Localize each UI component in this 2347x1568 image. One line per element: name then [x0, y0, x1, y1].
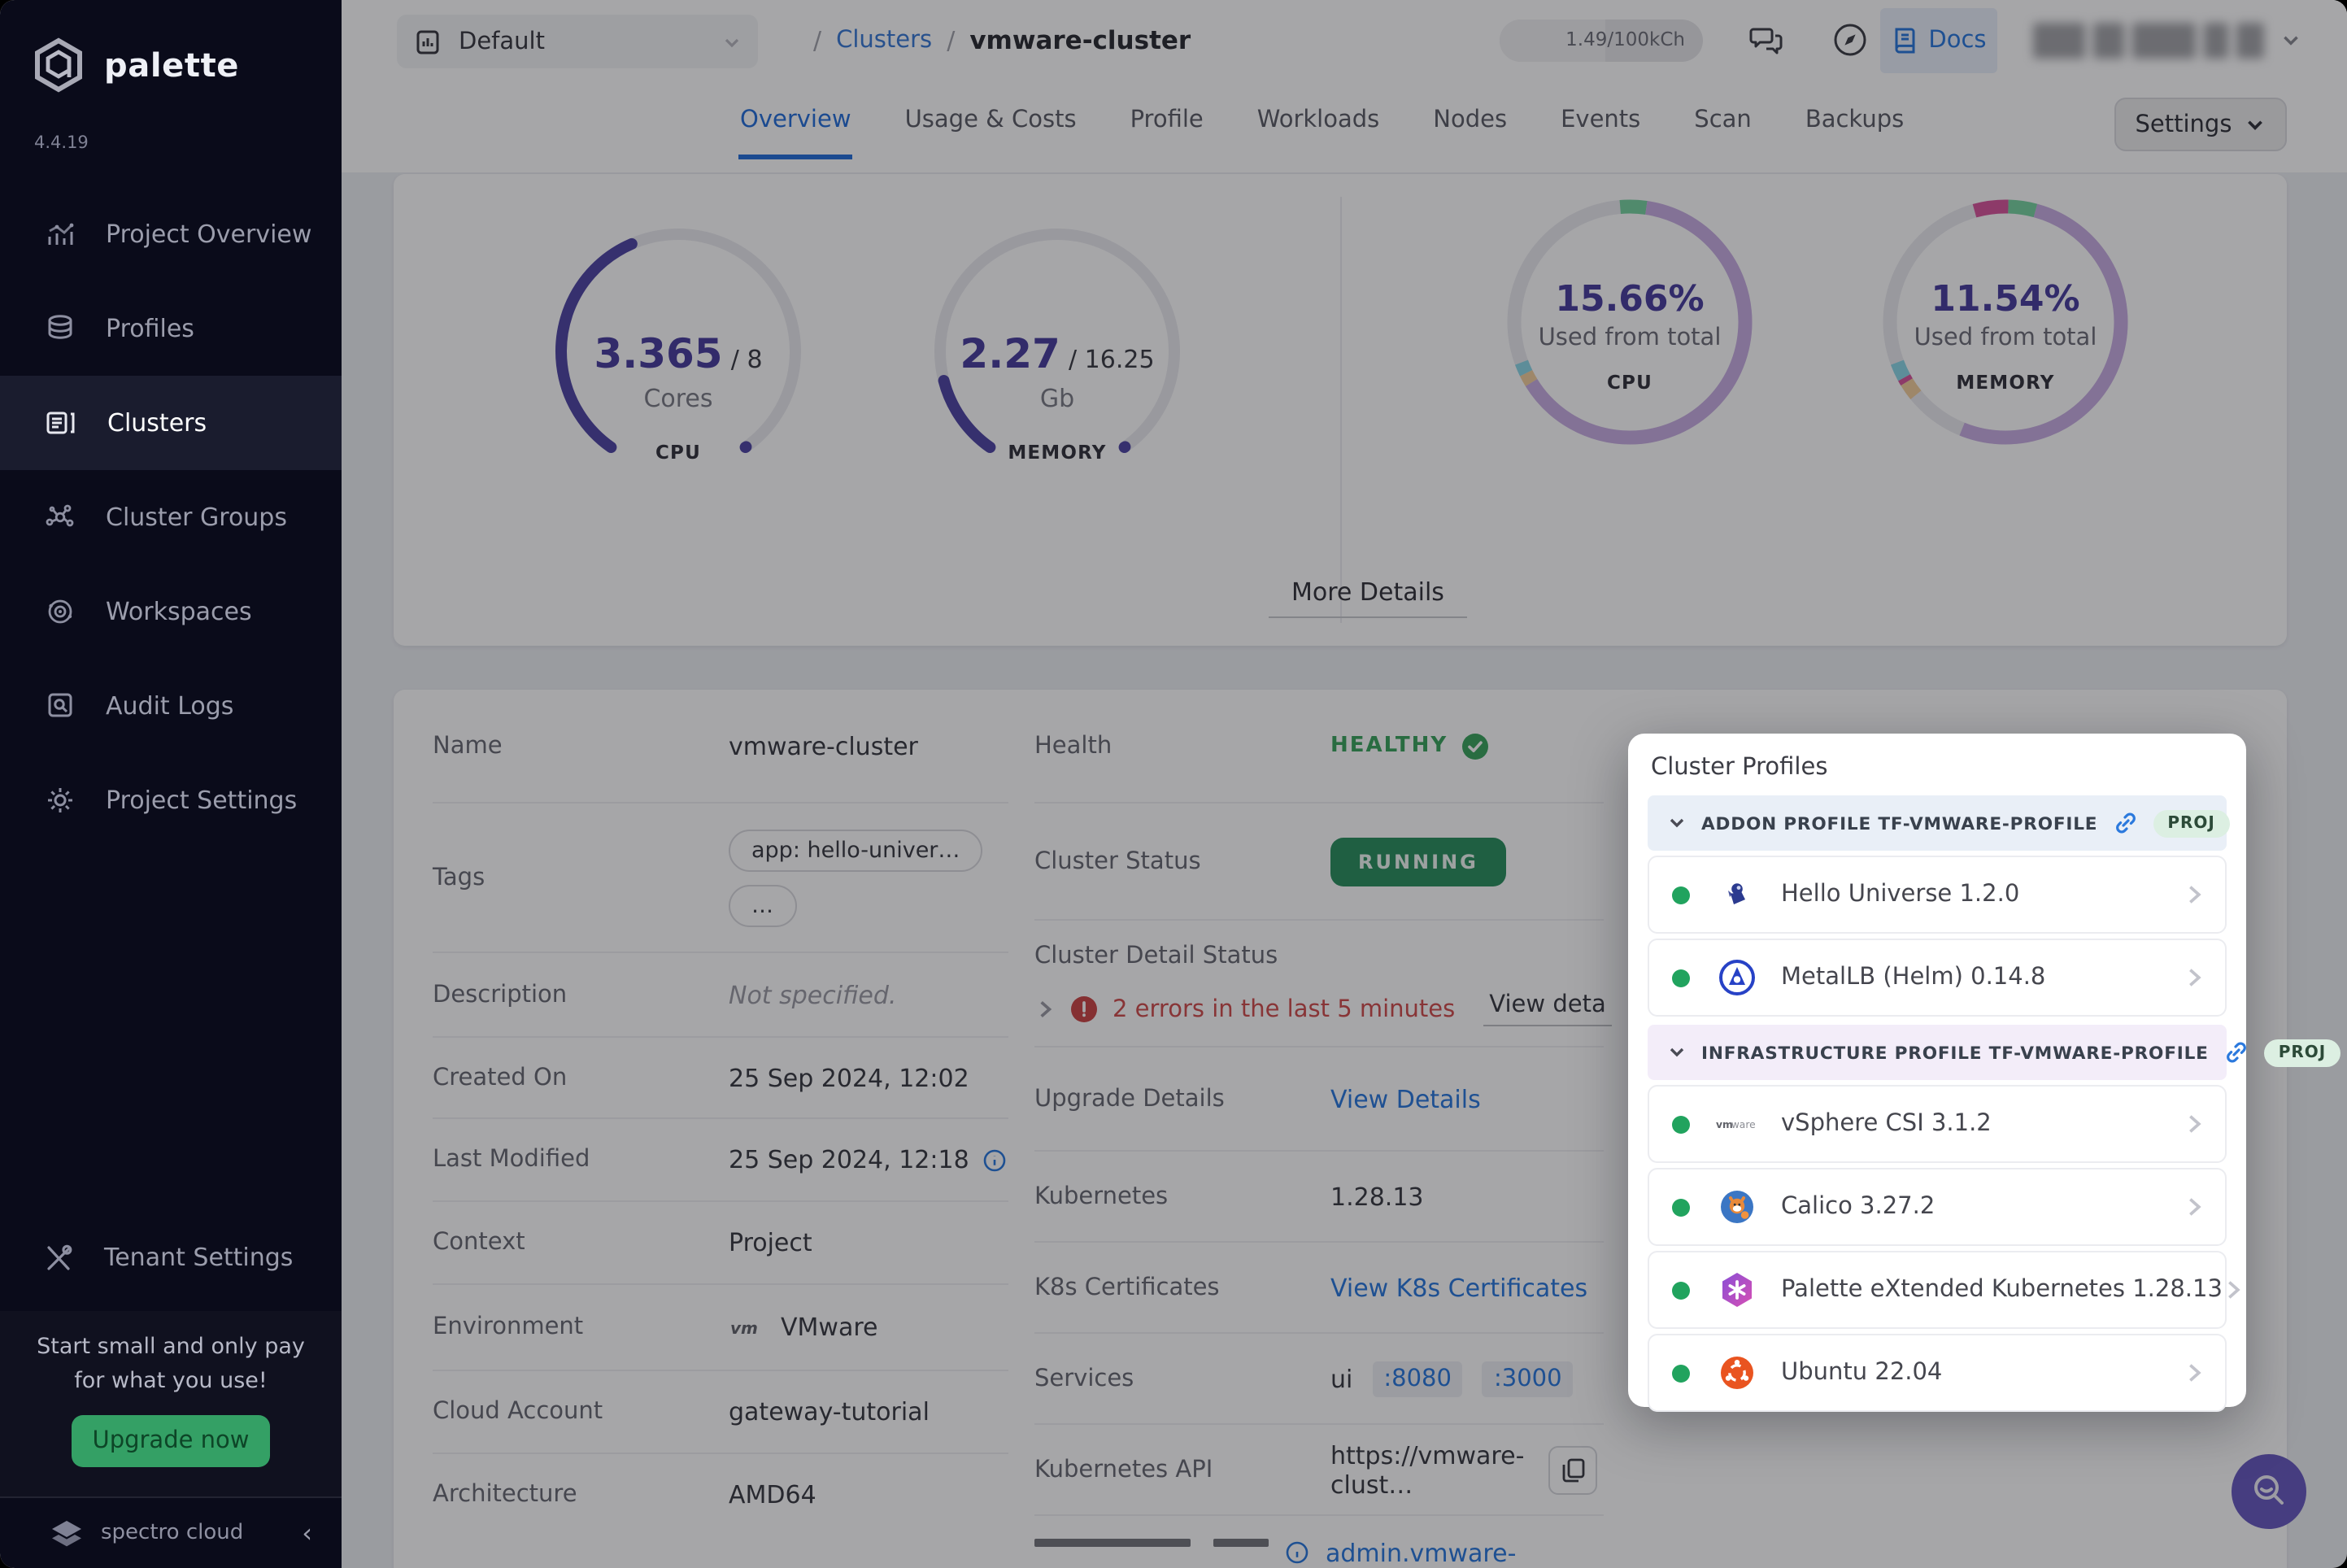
metallb-icon [1716, 956, 1758, 999]
layer-label: Palette eXtended Kubernetes 1.28.13 [1781, 1277, 2223, 1303]
sidebar-item-label: Profiles [106, 314, 194, 343]
sidebar-item-profiles[interactable]: Profiles [0, 281, 342, 376]
sidebar-item-tenant-settings[interactable]: Tenant Settings [0, 1210, 342, 1304]
profile-layer-row-hello-universe-1-2-0[interactable]: Hello Universe 1.2.0 [1648, 856, 2227, 934]
brand-name: palette [104, 46, 240, 85]
ubuntu-icon [1716, 1352, 1758, 1394]
chevron-down-icon [1667, 813, 1687, 833]
sidebar-item-label: Clusters [107, 408, 207, 438]
footer-brand: spectro cloud [101, 1521, 244, 1545]
chevron-right-icon [2183, 1113, 2205, 1135]
audit-icon [44, 690, 76, 722]
status-dot [1672, 969, 1690, 987]
scope-badge: PROJ [2263, 1039, 2341, 1066]
profile-layer-row-ubuntu-22-04[interactable]: Ubuntu 22.04 [1648, 1334, 2227, 1412]
sidebar-item-clusters[interactable]: Clusters [0, 376, 342, 470]
chevron-down-icon [1667, 1043, 1687, 1062]
chevron-right-icon [2223, 1278, 2245, 1301]
status-dot [1672, 1115, 1690, 1133]
promo-text: Start small and only pay for what you us… [37, 1334, 305, 1394]
sidebar-nav: Project Overview Profiles Clusters Cluster … [0, 187, 342, 847]
svg-text:vm: vm [1716, 1119, 1733, 1130]
sidebar-item-label: Workspaces [106, 597, 252, 626]
popup-body: ADDON PROFILE TF-VMWARE-PROFILE PROJ Hello… [1648, 795, 2341, 1412]
status-dot [1672, 1364, 1690, 1382]
sidebar-item-label: Tenant Settings [104, 1243, 294, 1272]
sidebar-item-project-settings[interactable]: Project Settings [0, 753, 342, 847]
status-dot [1672, 1281, 1690, 1299]
sidebar-item-label: Project Overview [106, 220, 312, 249]
layer-label: Ubuntu 22.04 [1781, 1360, 1943, 1386]
collapse-sidebar-icon[interactable]: ‹ [302, 1518, 312, 1548]
brand-logo[interactable]: palette [29, 36, 239, 94]
profile-section-title: INFRASTRUCTURE PROFILE TF-VMWARE-PROFILE [1701, 1042, 2209, 1063]
groups-icon [44, 501, 76, 534]
sidebar-item-workspaces[interactable]: Workspaces [0, 564, 342, 659]
hello-universe-icon [1716, 873, 1758, 916]
cluster-profiles-popup: Cluster Profiles ADDON PROFILE TF-VMWARE… [1628, 734, 2341, 1412]
layer-label: MetalLB (Helm) 0.14.8 [1781, 965, 2046, 991]
sidebar-item-label: Audit Logs [106, 691, 234, 721]
chevron-right-icon [2183, 1196, 2205, 1218]
layer-label: vSphere CSI 3.1.2 [1781, 1111, 1992, 1137]
sidebar: palette 4.4.19 Project Overview Profiles C… [0, 0, 342, 1568]
chevron-right-icon [2183, 1361, 2205, 1384]
sidebar-item-cluster-groups[interactable]: Cluster Groups [0, 470, 342, 564]
sidebar-item-audit-logs[interactable]: Audit Logs [0, 659, 342, 753]
profile-layer-row-metallb-helm-0-14-8[interactable]: MetalLB (Helm) 0.14.8 [1648, 939, 2227, 1017]
chevron-right-icon [2183, 883, 2205, 906]
spectro-cloud-logo-icon [49, 1517, 85, 1549]
profile-section-header-infra[interactable]: INFRASTRUCTURE PROFILE TF-VMWARE-PROFILE… [1648, 1025, 2341, 1080]
sidebar-item-label: Project Settings [106, 786, 298, 815]
layer-label: Hello Universe 1.2.0 [1781, 882, 2020, 908]
app-version: 4.4.19 [34, 133, 89, 153]
sidebar-item-label: Cluster Groups [106, 503, 287, 532]
upgrade-now-button[interactable]: Upgrade now [72, 1414, 270, 1467]
calico-icon [1716, 1186, 1758, 1228]
profiles-icon [44, 312, 76, 345]
link-icon [2112, 810, 2138, 836]
app-window: palette 4.4.19 Project Overview Profiles C… [0, 0, 2347, 1568]
link-icon [2223, 1039, 2249, 1065]
tools-icon [44, 1242, 75, 1273]
popup-title: Cluster Profiles [1651, 755, 1828, 781]
scope-badge: PROJ [2153, 809, 2230, 837]
profile-layer-row-calico-3-27-2[interactable]: Calico 3.27.2 [1648, 1168, 2227, 1246]
profile-layer-row-palette-extended-kubernetes-1-28-13[interactable]: Palette eXtended Kubernetes 1.28.13 [1648, 1251, 2241, 1329]
gear-icon [44, 784, 76, 817]
status-dot [1672, 886, 1690, 904]
pxk-icon [1716, 1269, 1758, 1311]
svg-text:ware: ware [1731, 1119, 1756, 1130]
profile-layer-row-vsphere-csi-3-1-2[interactable]: vm ware vSphere CSI 3.1.2 [1648, 1085, 2227, 1163]
vmware-icon: vm ware [1716, 1103, 1758, 1145]
sidebar-item-project-overview[interactable]: Project Overview [0, 187, 342, 281]
layer-label: Calico 3.27.2 [1781, 1194, 1936, 1220]
chevron-right-icon [2183, 966, 2205, 989]
profile-section-header-addon[interactable]: ADDON PROFILE TF-VMWARE-PROFILE PROJ [1648, 795, 2230, 851]
profile-section-title: ADDON PROFILE TF-VMWARE-PROFILE [1701, 812, 2098, 834]
workspaces-icon [44, 595, 76, 628]
sidebar-footer: spectro cloud ‹ [0, 1496, 342, 1568]
status-dot [1672, 1198, 1690, 1216]
palette-logo-icon [29, 36, 88, 94]
clusters-icon [44, 407, 78, 439]
overview-icon [44, 218, 76, 250]
upgrade-promo: Start small and only pay for what you us… [0, 1311, 342, 1496]
